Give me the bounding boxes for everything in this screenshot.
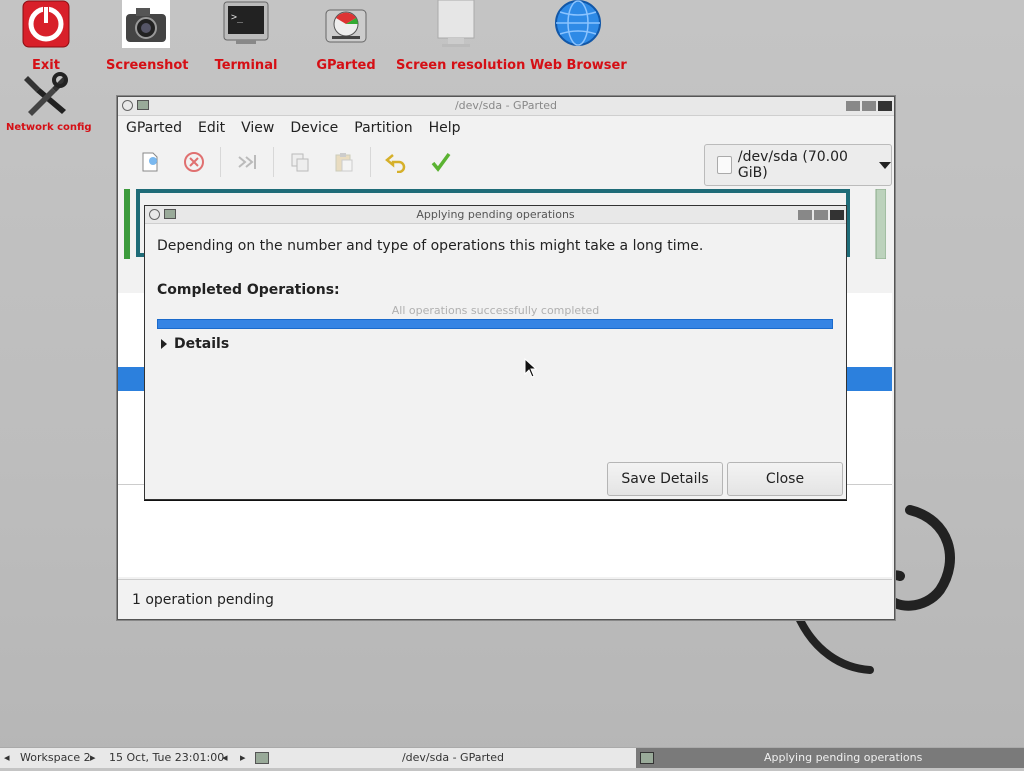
terminal-icon: >_	[222, 0, 270, 52]
menu-device[interactable]: Device	[290, 120, 338, 136]
status-bar: 1 operation pending	[118, 579, 892, 619]
taskbar: ◂ Workspace 2 ▸ 15 Oct, Tue 23:01:00 ◂ ▸…	[0, 747, 1024, 768]
apply-operations-dialog: Applying pending operations Depending on…	[144, 205, 847, 500]
close-button[interactable]: Close	[727, 462, 843, 496]
desktop-icon-label: Network config	[6, 122, 92, 133]
menu-help[interactable]: Help	[429, 120, 461, 136]
window-menu-icon[interactable]	[149, 209, 160, 220]
apply-icon[interactable]	[423, 144, 459, 180]
gparted-icon	[322, 0, 370, 52]
device-selector-label: /dev/sda (70.00 GiB)	[737, 149, 848, 181]
dialog-titlebar[interactable]: Applying pending operations	[145, 206, 846, 224]
resize-move-icon[interactable]	[229, 144, 265, 180]
close-window-button[interactable]	[830, 210, 844, 220]
workspace-label[interactable]: Workspace 2	[20, 748, 91, 768]
globe-icon	[554, 0, 602, 52]
desktop-icon-gparted[interactable]: GParted	[306, 0, 386, 73]
window-title: /dev/sda - GParted	[454, 99, 558, 112]
monitor-icon	[432, 0, 480, 52]
menu-gparted[interactable]: GParted	[126, 120, 182, 136]
app-icon	[137, 100, 149, 110]
svg-text:>_: >_	[231, 12, 244, 23]
app-icon	[164, 209, 176, 219]
disk-icon	[717, 156, 732, 174]
paste-icon[interactable]	[326, 144, 362, 180]
triangle-right-icon	[161, 339, 167, 349]
new-partition-icon[interactable]	[132, 144, 168, 180]
menu-partition[interactable]: Partition	[354, 120, 412, 136]
workspace-prev-icon[interactable]: ◂	[4, 748, 10, 768]
details-expander[interactable]: Details	[161, 336, 229, 352]
clock: 15 Oct, Tue 23:01:00	[109, 751, 225, 764]
toolbar-separator	[273, 147, 274, 177]
window-menu-icon[interactable]	[122, 100, 133, 111]
desktop-icon-exit[interactable]: Exit	[18, 0, 74, 73]
dialog-message: Depending on the number and type of oper…	[157, 238, 704, 254]
minimize-button[interactable]	[846, 101, 860, 111]
desktop-icon-label: GParted	[316, 58, 376, 73]
progress-bar	[157, 319, 833, 329]
completed-operations-heading: Completed Operations:	[157, 282, 340, 298]
close-window-button[interactable]	[878, 101, 892, 111]
desktop-icon-screenshot[interactable]: Screenshot	[106, 0, 189, 73]
progress-status-text: All operations successfully completed	[391, 304, 600, 317]
delete-partition-icon[interactable]	[176, 144, 212, 180]
power-icon	[18, 0, 74, 52]
workspace-next-icon[interactable]: ▸	[90, 748, 96, 768]
app-icon	[640, 751, 654, 771]
app-icon	[255, 751, 269, 771]
desktop-icon-terminal[interactable]: >_ Terminal	[206, 0, 286, 73]
taskbar-item-dialog[interactable]: Applying pending operations	[636, 748, 1024, 768]
desktop-icon-web-browser[interactable]: Web Browser	[530, 0, 627, 73]
desktop-icon-label: Web Browser	[530, 58, 627, 73]
desktop-icon-label: Screenshot	[106, 58, 189, 73]
camera-icon	[122, 0, 170, 52]
toolbar-separator	[370, 147, 371, 177]
menu-edit[interactable]: Edit	[198, 120, 225, 136]
menu-view[interactable]: View	[241, 120, 274, 136]
maximize-button[interactable]	[814, 210, 828, 220]
minimize-button[interactable]	[798, 210, 812, 220]
copy-icon[interactable]	[282, 144, 318, 180]
menu-bar: GParted Edit View Device Partition Help	[118, 116, 894, 140]
desktop-icon-screen-resolution[interactable]: Screen resolution	[396, 0, 526, 73]
taskbar-item-label: Applying pending operations	[764, 751, 923, 764]
taskbar-item-gparted[interactable]: /dev/sda - GParted	[272, 748, 634, 768]
mouse-pointer-icon	[524, 357, 538, 382]
desktop-icon-label: Screen resolution	[396, 58, 526, 73]
desktop-icon-label: Exit	[32, 58, 60, 73]
desktop-icon-network-config[interactable]: Network config	[6, 72, 92, 133]
device-selector[interactable]: /dev/sda (70.00 GiB)	[704, 144, 892, 186]
maximize-button[interactable]	[862, 101, 876, 111]
details-label: Details	[174, 336, 230, 352]
tools-icon	[22, 72, 70, 120]
undo-icon[interactable]	[379, 144, 415, 180]
toolbar-separator	[220, 147, 221, 177]
dialog-title: Applying pending operations	[416, 208, 575, 221]
task-prev-icon[interactable]: ◂	[222, 748, 228, 768]
window-titlebar[interactable]: /dev/sda - GParted	[118, 97, 894, 116]
save-details-button[interactable]: Save Details	[607, 462, 723, 496]
task-next-icon[interactable]: ▸	[240, 748, 246, 768]
chevron-down-icon	[879, 161, 891, 169]
taskbar-item-label: /dev/sda - GParted	[401, 751, 505, 764]
status-text: 1 operation pending	[132, 592, 274, 608]
desktop-icon-label: Terminal	[214, 58, 278, 73]
